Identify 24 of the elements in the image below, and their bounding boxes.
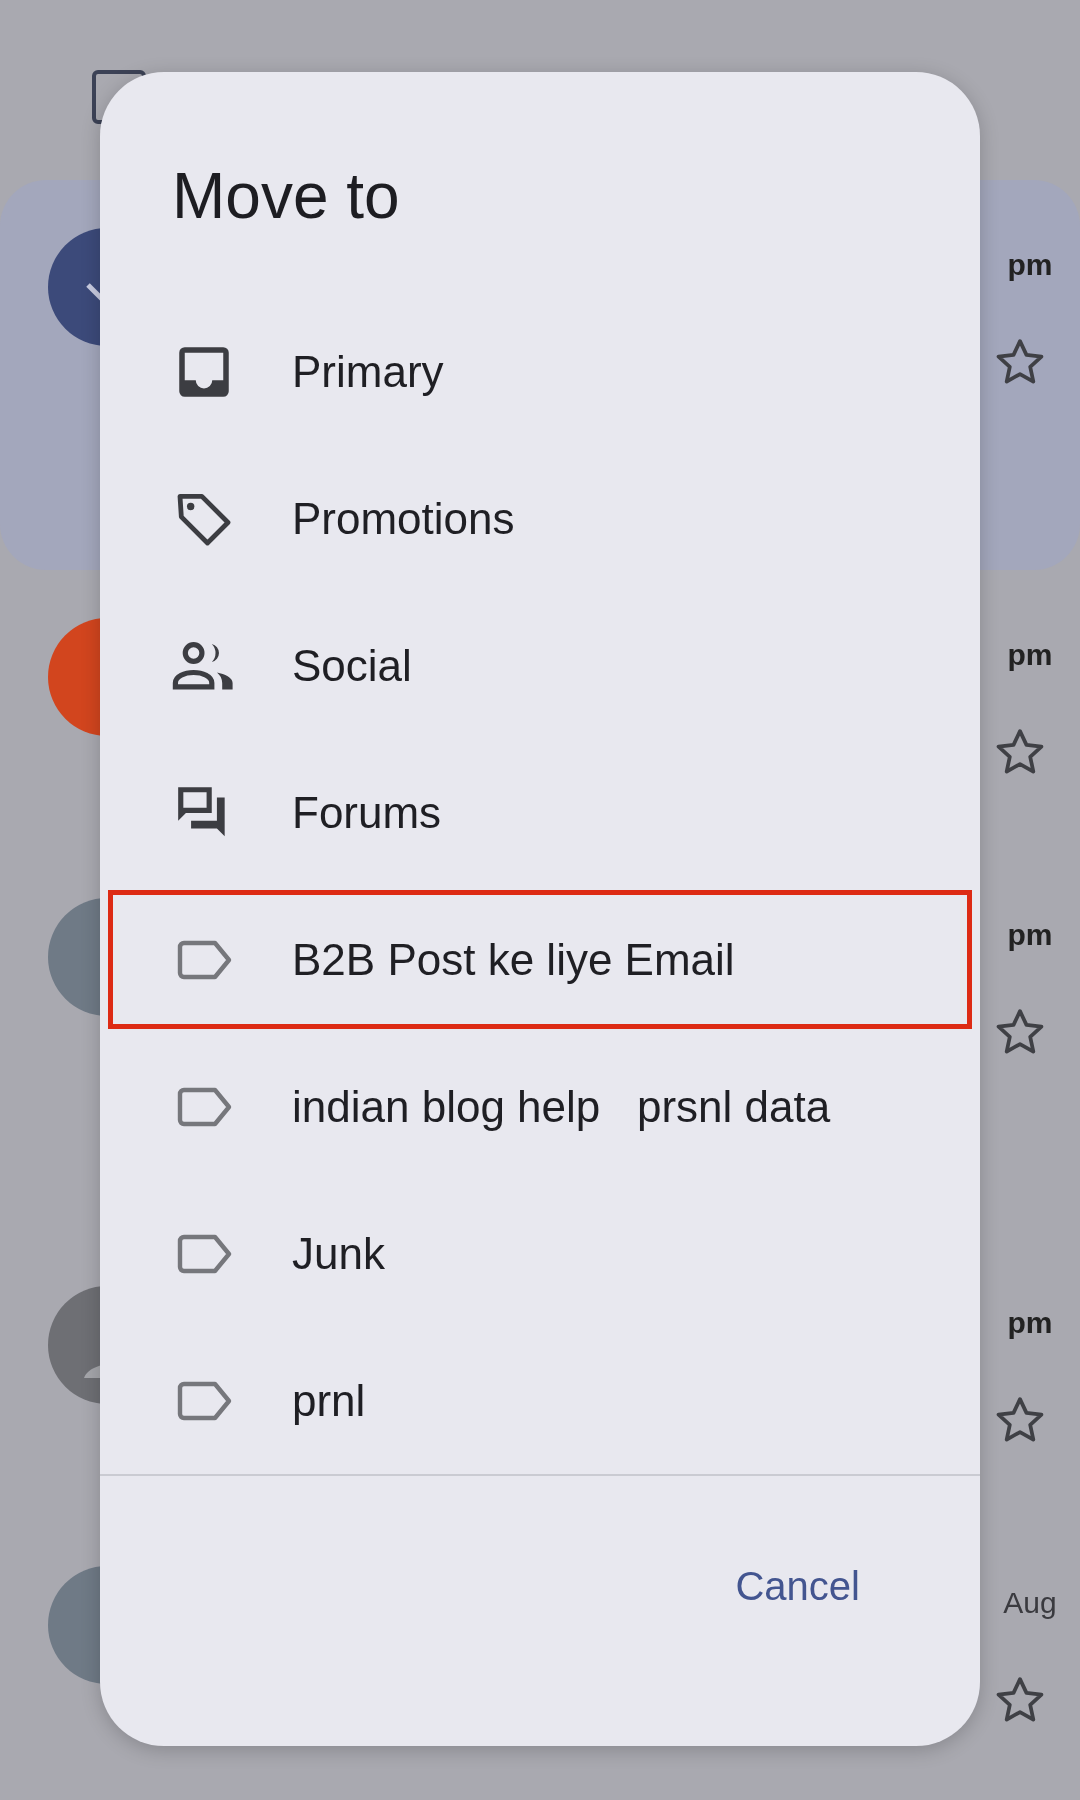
dialog-title: Move to [172, 164, 400, 228]
email-time: Aug [1002, 1585, 1057, 1621]
label-icon [175, 1380, 233, 1421]
label-icon [175, 939, 233, 980]
menu-item[interactable]: Social [104, 592, 976, 739]
star-icon[interactable] [995, 338, 1045, 386]
label-icon [175, 1233, 233, 1274]
cancel-button[interactable]: Cancel [715, 1550, 880, 1623]
email-time: pm [1006, 917, 1053, 953]
menu-item[interactable]: Forums [104, 739, 976, 886]
menu-item[interactable]: Primary [104, 298, 976, 445]
highlighted-menu-item[interactable]: B2B Post ke liye Email [104, 886, 976, 1033]
label-icon [175, 1086, 233, 1127]
menu-item[interactable]: Junk [104, 1180, 976, 1327]
email-time: pm [1006, 1305, 1053, 1341]
star-icon[interactable] [995, 1396, 1045, 1444]
menu-item[interactable]: prnl [104, 1327, 976, 1474]
email-time: pm [1006, 637, 1053, 673]
star-icon[interactable] [995, 728, 1045, 776]
star-icon[interactable] [995, 1676, 1045, 1724]
email-time: pm [1006, 247, 1053, 283]
menu-item[interactable]: indian blog help prsnl data [104, 1033, 976, 1180]
star-icon[interactable] [995, 1008, 1045, 1056]
menu-item[interactable]: Promotions [104, 445, 976, 592]
